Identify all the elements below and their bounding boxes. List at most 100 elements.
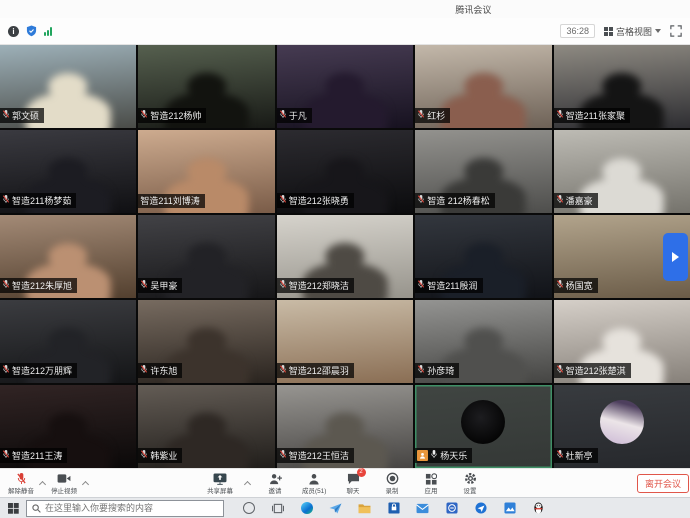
- video-tile[interactable]: 智造212张楚淇: [554, 300, 690, 383]
- participant-label: 智造211殷润: [415, 278, 482, 293]
- participant-label: 吴甲豪: [138, 278, 182, 293]
- participant-silhouette: [303, 93, 388, 128]
- video-tile[interactable]: 智造212邵晨羽: [277, 300, 413, 383]
- taskbar-app-icons: [234, 498, 553, 518]
- meeting-info-icon[interactable]: i: [8, 26, 19, 37]
- members-button[interactable]: 成员(51): [299, 472, 329, 496]
- video-tile[interactable]: 杜新亭: [554, 385, 690, 468]
- video-tile[interactable]: 智造 212杨春松: [415, 130, 551, 213]
- video-tile[interactable]: 杨天乐: [415, 385, 551, 468]
- arrow-right-icon: [672, 252, 679, 262]
- muted-mic-icon: [556, 194, 564, 207]
- apps-label: 应用: [425, 486, 438, 495]
- record-label: 录制: [386, 486, 399, 495]
- participant-label: 潘嘉豪: [554, 193, 598, 208]
- mic-options-caret[interactable]: [39, 480, 46, 487]
- participant-name: 智造212张楚淇: [566, 365, 626, 377]
- video-tile[interactable]: 智造211王涛: [0, 385, 136, 468]
- store-icon[interactable]: [379, 498, 408, 518]
- settings-button[interactable]: 设置: [455, 472, 485, 496]
- muted-mic-icon: [140, 109, 148, 122]
- apps-button[interactable]: 应用: [416, 472, 446, 496]
- unmute-button[interactable]: 解除静音: [6, 472, 36, 496]
- fullscreen-icon[interactable]: [670, 25, 682, 37]
- video-tile[interactable]: 智造211杨梦茹: [0, 130, 136, 213]
- stop-video-button[interactable]: 停止视频: [49, 472, 79, 496]
- video-tile[interactable]: 吴甲豪: [138, 215, 274, 298]
- leave-meeting-button[interactable]: 离开会议: [637, 474, 689, 493]
- video-tile[interactable]: 韩紫业: [138, 385, 274, 468]
- start-button[interactable]: [0, 503, 26, 514]
- video-tile[interactable]: 智造212王恒洁: [277, 385, 413, 468]
- view-mode-label: 宫格视图: [616, 25, 652, 38]
- video-tile[interactable]: 智造212杨帅: [138, 45, 274, 128]
- muted-mic-icon: [2, 449, 10, 462]
- muted-mic-icon: [417, 279, 425, 292]
- video-tile[interactable]: 红杉: [415, 45, 551, 128]
- meeting-app-icon[interactable]: [437, 498, 466, 518]
- video-tile[interactable]: 智造211刘博涛: [138, 130, 274, 213]
- participant-name: 杨天乐: [440, 450, 467, 462]
- window-titlebar: 腾讯会议: [0, 0, 690, 18]
- view-mode-selector[interactable]: 宫格视图: [604, 25, 661, 38]
- search-input[interactable]: [45, 503, 218, 513]
- participant-label: 杨天乐: [415, 448, 472, 463]
- participant-avatar: [461, 400, 505, 444]
- muted-mic-icon: [279, 364, 287, 377]
- photos-icon[interactable]: [495, 498, 524, 518]
- plane-circle-icon[interactable]: [466, 498, 495, 518]
- mic-on-icon: [430, 449, 438, 462]
- record-button[interactable]: 录制: [377, 472, 407, 496]
- participant-name: 于凡: [289, 110, 307, 122]
- chat-bubble-icon: 2: [347, 472, 360, 485]
- task-view-icon[interactable]: [263, 498, 292, 518]
- participant-label: 智造211王涛: [0, 448, 67, 463]
- video-tile[interactable]: 智造212万朋辉: [0, 300, 136, 383]
- invite-button[interactable]: 邀请: [260, 472, 290, 496]
- next-page-button[interactable]: [663, 233, 688, 281]
- participant-name: 韩紫业: [150, 450, 177, 462]
- participant-name: 红杉: [427, 110, 445, 122]
- share-options-caret[interactable]: [244, 480, 251, 487]
- video-tile[interactable]: 孙彦琦: [415, 300, 551, 383]
- participant-name: 智造212郑晓洁: [289, 280, 349, 292]
- video-tile[interactable]: 智造212郑晓洁: [277, 215, 413, 298]
- muted-mic-icon: [140, 364, 148, 377]
- muted-mic-icon: [140, 279, 148, 292]
- video-tile[interactable]: 智造211张家聚: [554, 45, 690, 128]
- video-tile[interactable]: 于凡: [277, 45, 413, 128]
- participant-name: 郭文硕: [12, 110, 39, 122]
- gear-icon: [464, 472, 477, 485]
- mail-icon[interactable]: [408, 498, 437, 518]
- cortana-icon[interactable]: [234, 498, 263, 518]
- participant-label: 智造212张晓勇: [277, 193, 354, 208]
- participant-label: 韩紫业: [138, 448, 182, 463]
- participant-label: 杜新亭: [554, 448, 598, 463]
- video-options-caret[interactable]: [82, 480, 89, 487]
- meeting-topbar-controls: 36:28 宫格视图: [560, 24, 682, 38]
- video-tile[interactable]: 潘嘉豪: [554, 130, 690, 213]
- paper-plane-icon[interactable]: [321, 498, 350, 518]
- muted-mic-icon: [279, 279, 287, 292]
- video-tile[interactable]: 智造211殷润: [415, 215, 551, 298]
- edge-icon[interactable]: [292, 498, 321, 518]
- video-tile[interactable]: 郭文硕: [0, 45, 136, 128]
- video-tile[interactable]: 许东旭: [138, 300, 274, 383]
- invite-person-icon: [269, 472, 282, 485]
- video-tile[interactable]: 智造212张晓勇: [277, 130, 413, 213]
- muted-mic-icon: [417, 194, 425, 207]
- participant-label: 智造212朱厚旭: [0, 278, 77, 293]
- security-shield-icon[interactable]: [26, 25, 37, 37]
- participant-label: 智造 212杨春松: [415, 193, 495, 208]
- qq-icon[interactable]: [524, 498, 553, 518]
- participant-name: 智造212杨帅: [150, 110, 201, 122]
- file-explorer-icon[interactable]: [350, 498, 379, 518]
- windows-taskbar: [0, 497, 690, 518]
- muted-mic-icon: [417, 109, 425, 122]
- chat-button[interactable]: 2 聊天: [338, 472, 368, 496]
- share-screen-button[interactable]: 共享屏幕: [205, 472, 235, 496]
- video-grid: 郭文硕 智造212杨帅: [0, 45, 690, 468]
- muted-mic-icon: [2, 364, 10, 377]
- video-tile[interactable]: 智造212朱厚旭: [0, 215, 136, 298]
- taskbar-search[interactable]: [26, 500, 224, 517]
